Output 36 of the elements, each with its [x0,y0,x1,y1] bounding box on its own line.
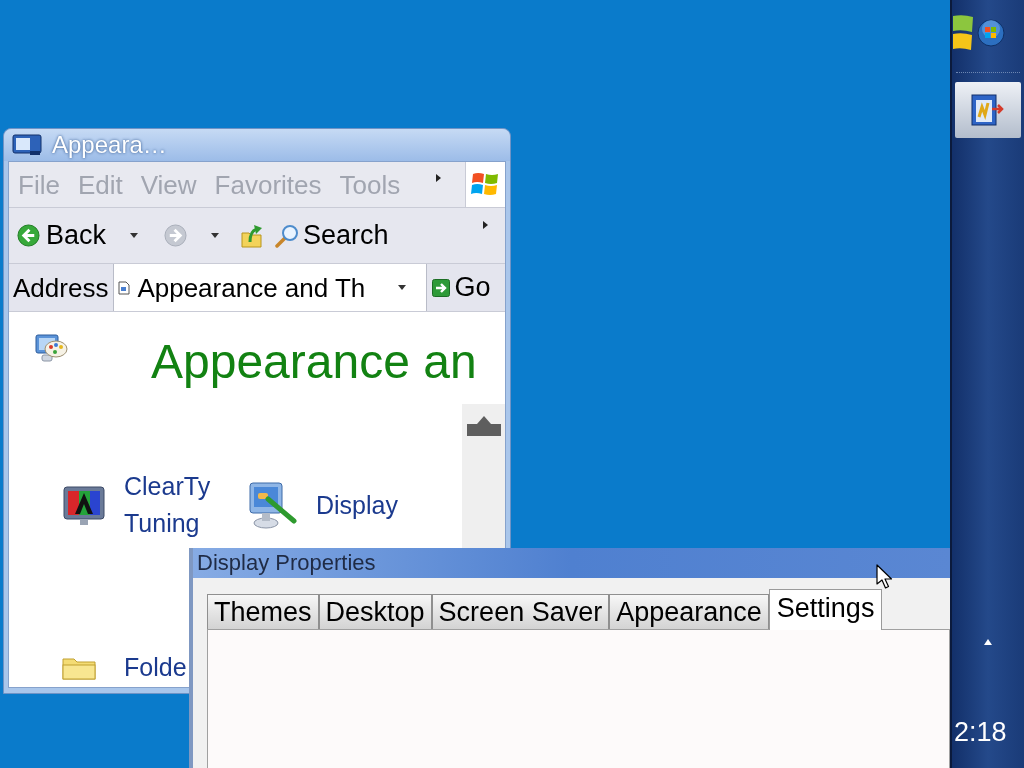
dropdown-caret-icon[interactable] [398,285,407,290]
taskbar-button[interactable] [955,82,1021,138]
up-arrow-icon[interactable] [984,639,992,645]
folder-up-icon[interactable] [241,223,264,248]
monitor-palette-icon [34,331,68,365]
task-link[interactable]: Folde [124,652,187,682]
chevron-right-icon[interactable] [483,221,488,229]
tab[interactable]: Themes [207,594,319,630]
color-tiles-icon[interactable] [953,14,973,52]
color-monitor-icon[interactable] [62,483,106,527]
address-label: Address [13,274,109,301]
window-app-icon [970,93,1006,127]
caret-icon[interactable] [130,233,139,238]
caret-icon[interactable] [211,233,220,238]
start-orb-icon[interactable] [977,19,1005,47]
mouse-pointer-icon [876,564,893,589]
tab[interactable]: Desktop [318,594,432,630]
go-button[interactable]: Go [432,274,491,301]
page-heading: Appearance an [151,338,477,386]
tab[interactable]: Settings [768,589,883,630]
task-link[interactable]: Display [316,486,398,524]
search-icon [275,223,300,248]
page-icon [118,280,131,295]
window-title: Display Properties [197,552,376,574]
window-title: Appeara… [52,133,167,157]
window-icon [12,134,42,156]
monitor-pencil-icon[interactable] [248,481,298,529]
chevron-right-icon[interactable] [436,174,441,182]
tab[interactable]: Screen Saver [431,594,610,630]
scroll-up-arrow-icon[interactable] [466,416,501,436]
search-button[interactable]: Search [275,222,389,249]
clock: 2:18 [953,719,1008,746]
address-field[interactable]: Appearance and Th [113,264,428,311]
back-button[interactable]: Back [17,222,107,249]
task-link[interactable]: ClearTy Tuning [124,468,224,542]
tab[interactable]: Appearance [609,594,769,630]
